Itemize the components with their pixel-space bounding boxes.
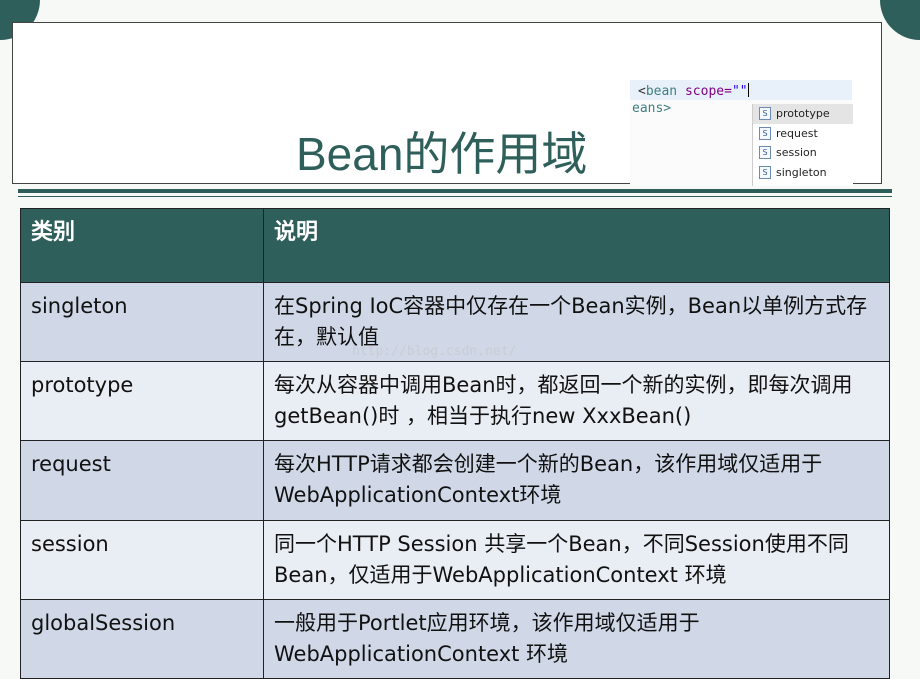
- ide-tag: bean: [645, 84, 678, 99]
- slide-title: Bean的作用域: [296, 128, 588, 180]
- table-row: request 每次HTTP请求都会创建一个新的Bean，该作用域仅适用于Web…: [20, 440, 890, 521]
- text-cursor: [747, 83, 749, 97]
- autocomplete-item[interactable]: S request: [753, 124, 853, 144]
- title-divider-thin: [18, 196, 892, 197]
- ide-autocomplete-screenshot: <bean scope="" eans> S prototype S reque…: [630, 80, 853, 186]
- string-icon: S: [759, 165, 771, 179]
- autocomplete-item[interactable]: S prototype: [753, 104, 853, 124]
- bean-scope-table: 类别 说明 singleton 在Spring IoC容器中仅存在一个Bean实…: [20, 208, 890, 679]
- scope-description: 每次从容器中调用Bean时，都返回一个新的实例，即每次调用getBean()时 …: [263, 361, 890, 441]
- string-icon: S: [759, 146, 771, 160]
- table-header-row: 类别 说明: [20, 208, 890, 283]
- autocomplete-item-label: session: [776, 146, 817, 160]
- header-description: 说明: [263, 208, 890, 283]
- ide-lt: <: [638, 84, 646, 99]
- ide-code-line-2: eans>: [632, 101, 672, 116]
- scope-name: session: [20, 520, 264, 600]
- table-row: prototype 每次从容器中调用Bean时，都返回一个新的实例，即每次调用g…: [20, 361, 890, 441]
- autocomplete-item-label: prototype: [776, 107, 830, 121]
- string-icon: S: [759, 107, 771, 121]
- title-divider: [18, 189, 892, 193]
- scope-name: singleton: [20, 282, 264, 362]
- scope-name: request: [20, 440, 264, 521]
- table-row: globalSession 一般用于Portlet应用环境，该作用域仅适用于We…: [20, 599, 890, 679]
- autocomplete-item-label: singleton: [776, 165, 827, 179]
- scope-name: globalSession: [20, 599, 264, 679]
- scope-description: 一般用于Portlet应用环境，该作用域仅适用于WebApplicationCo…: [263, 599, 890, 679]
- autocomplete-item[interactable]: S session: [753, 143, 853, 163]
- header-category: 类别: [20, 208, 264, 283]
- ide-value: "": [731, 84, 748, 99]
- table-row: session 同一个HTTP Session 共享一个Bean，不同Sessi…: [20, 520, 890, 600]
- corner-decoration-right: [880, 0, 920, 40]
- scope-description: 每次HTTP请求都会创建一个新的Bean，该作用域仅适用于WebApplicat…: [263, 440, 890, 521]
- autocomplete-popup: S prototype S request S session S single…: [752, 104, 853, 186]
- watermark: http://blog.csdn.net/: [352, 344, 517, 359]
- string-icon: S: [759, 126, 771, 140]
- ide-code-line: <bean scope="": [630, 80, 852, 100]
- ide-attr: scope=: [677, 84, 732, 99]
- scope-name: prototype: [20, 361, 264, 441]
- autocomplete-item[interactable]: S singleton: [753, 163, 853, 183]
- scope-description: 同一个HTTP Session 共享一个Bean，不同Session使用不同Be…: [263, 520, 890, 600]
- autocomplete-item-label: request: [776, 126, 818, 140]
